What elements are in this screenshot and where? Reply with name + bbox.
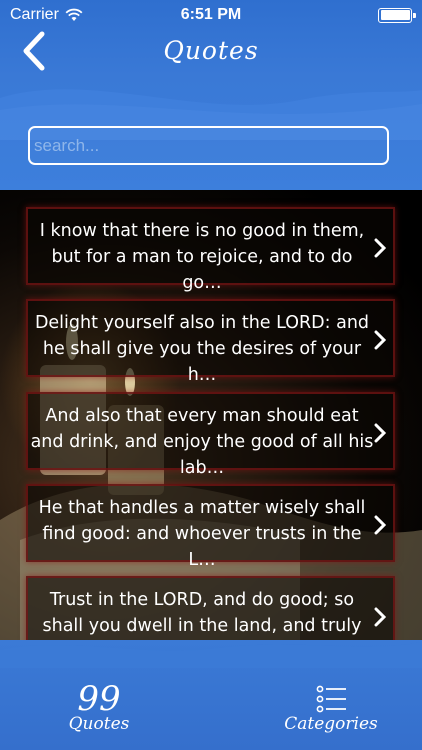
tab-bar-wave-decoration xyxy=(0,642,422,668)
chevron-right-icon xyxy=(374,423,387,443)
battery-icon xyxy=(378,7,416,23)
chevron-right-icon xyxy=(374,330,387,350)
tab-quotes[interactable]: 99 Quotes xyxy=(58,679,140,734)
quote-text: Delight yourself also in the LORD: and h… xyxy=(34,313,370,385)
quote-row[interactable]: And also that every man should eat and d… xyxy=(26,392,395,478)
quote-row[interactable]: Delight yourself also in the LORD: and h… xyxy=(26,299,395,385)
quote-text: And also that every man should eat and d… xyxy=(30,406,374,478)
tab-bar: 99 Quotes Categories xyxy=(0,640,422,750)
quote-row[interactable]: He that handles a matter wisely shall fi… xyxy=(26,484,395,570)
chevron-right-icon xyxy=(374,607,387,627)
quote-list-area: I know that there is no good in them, bu… xyxy=(0,190,422,650)
search-input[interactable] xyxy=(28,126,389,165)
quote-row[interactable]: Trust in the LORD, and do good; so shall… xyxy=(26,576,395,650)
chevron-right-icon xyxy=(374,515,387,535)
quote-row[interactable]: I know that there is no good in them, bu… xyxy=(26,207,395,293)
navigation-bar: Quotes xyxy=(0,24,422,80)
list-icon xyxy=(316,685,346,713)
chevron-right-icon xyxy=(374,238,387,258)
status-time: 6:51 PM xyxy=(180,6,242,23)
page-title: Quotes xyxy=(163,36,259,65)
quote-text: He that handles a matter wisely shall fi… xyxy=(38,498,366,570)
tab-quotes-label: Quotes xyxy=(68,714,130,734)
tab-categories-label: Categories xyxy=(284,714,378,734)
quote-text: I know that there is no good in them, bu… xyxy=(39,221,365,293)
tab-categories[interactable]: Categories xyxy=(284,684,378,734)
quote-icon: 99 xyxy=(77,679,121,719)
header-area: Carrier 6:51 PM Quotes xyxy=(0,0,422,190)
